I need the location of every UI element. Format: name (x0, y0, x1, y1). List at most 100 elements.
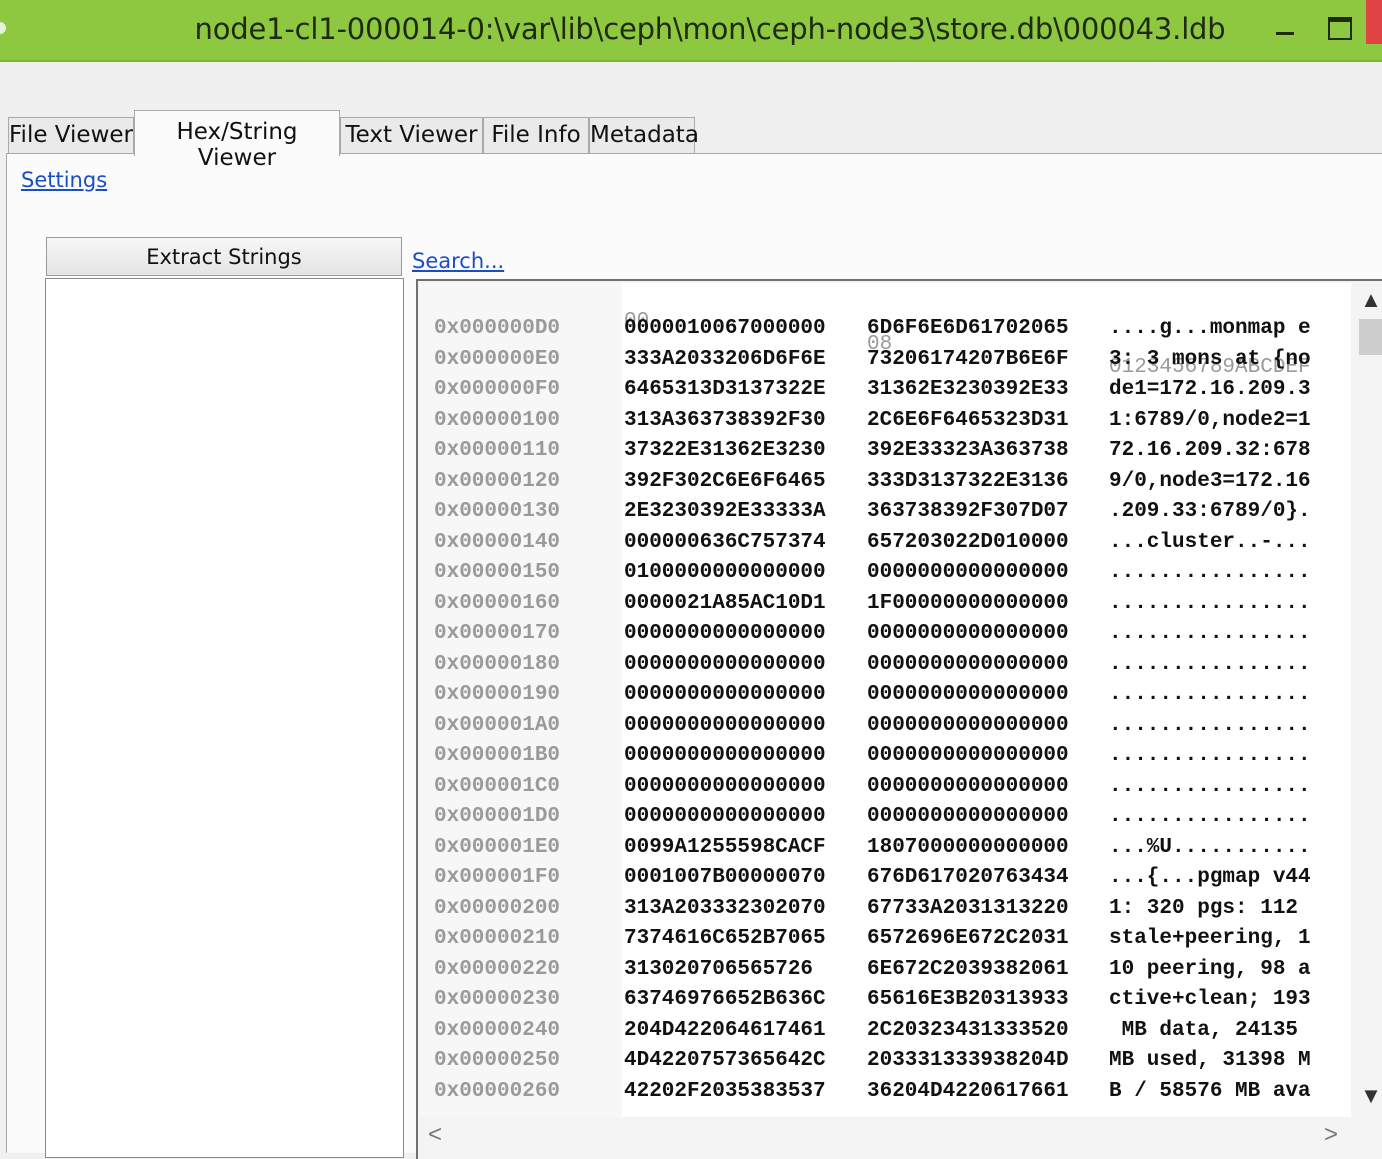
hex-row[interactable]: 0x00000260 42202F2035383537 36204D42206176… (420, 1080, 1351, 1111)
hex-bytes-8: 657203022D010000 (867, 530, 1069, 554)
hex-offset: 0x00000260 (434, 1079, 561, 1103)
scroll-up-icon[interactable]: ▲ (1357, 287, 1382, 317)
hex-offset: 0x00000190 (434, 683, 561, 706)
hex-bytes-0: 333A2033206D6F6E (624, 347, 826, 371)
hex-row[interactable]: 0x00000100 313A363738392F30 2C6E6F6465323D… (420, 409, 1351, 440)
hex-bytes-0: 313020706565726 (624, 957, 814, 981)
hex-bytes-8: 6E672C2039382061 (867, 957, 1069, 981)
ascii-text: ....g...monmap e (1109, 317, 1311, 340)
hex-string-viewer-panel: Settings Extract Strings Search... 00 08… (6, 153, 1382, 1159)
hex-offset: 0x00000110 (434, 439, 561, 462)
hex-offset: 0x000000F0 (434, 378, 561, 401)
hex-row[interactable]: 0x00000220 313020706565726 6E672C203938206… (420, 958, 1351, 989)
hex-offset: 0x00000140 (434, 530, 561, 554)
hex-offset: 0x00000120 (434, 469, 561, 493)
hex-row[interactable]: 0x000001E0 0099A1255598CACF 18070000000000… (420, 836, 1351, 867)
hex-bytes-0: 313A203332302070 (624, 896, 826, 920)
scroll-left-icon[interactable]: < (428, 1121, 442, 1149)
tab-hex-string-viewer[interactable]: Hex/String Viewer (134, 110, 340, 171)
ascii-text: ................ (1109, 713, 1311, 737)
ascii-text: ................ (1109, 774, 1311, 798)
hex-offset: 0x00000240 (434, 1018, 561, 1042)
hex-row[interactable]: 0x000001D0 0000000000000000 00000000000000… (420, 805, 1351, 836)
hex-row[interactable]: 0x000001A0 0000000000000000 00000000000000… (420, 714, 1351, 745)
hex-row[interactable]: 0x00000150 0100000000000000 00000000000000… (420, 561, 1351, 592)
hex-bytes-8: 0000000000000000 (867, 713, 1069, 737)
hex-row[interactable]: 0x00000140 000000636C757374 657203022D0100… (420, 531, 1351, 562)
hex-offset: 0x00000170 (434, 622, 561, 645)
horizontal-scrollbar[interactable]: < > (420, 1119, 1353, 1159)
tab-text-viewer[interactable]: Text Viewer (340, 117, 483, 154)
hex-row[interactable]: 0x00000180 0000000000000000 00000000000000… (420, 653, 1351, 684)
hex-bytes-0: 000000636C757374 (624, 530, 826, 554)
ascii-text: ................ (1109, 561, 1311, 584)
hex-bytes-0: 0001007B00000070 (624, 866, 826, 889)
hex-bytes-0: 63746976652B636C (624, 988, 826, 1011)
tab-file-viewer[interactable]: File Viewer (8, 117, 134, 154)
hex-bytes-8: 65616E3B20313933 (867, 988, 1069, 1011)
hex-bytes-8: 67733A2031313220 (867, 896, 1069, 920)
hex-row[interactable]: 0x00000160 0000021A85AC10D1 1F000000000000… (420, 592, 1351, 623)
hex-bytes-0: 0000000000000000 (624, 774, 826, 798)
ascii-text: 9/0,node3=172.16 (1109, 469, 1311, 493)
ascii-text: MB data, 24135 (1109, 1018, 1311, 1042)
hex-bytes-8: 2C6E6F6465323D31 (867, 408, 1069, 432)
hex-offset: 0x000001D0 (434, 805, 561, 828)
hex-view[interactable]: 00 08 0123456789ABCDEF 0x000000D0 0000010… (420, 283, 1351, 1117)
ascii-text: 3: 3 mons at {no (1109, 347, 1311, 371)
hex-bytes-0: 0000000000000000 (624, 622, 826, 645)
hex-row[interactable]: 0x00000190 0000000000000000 00000000000000… (420, 683, 1351, 714)
hex-bytes-8: 363738392F307D07 (867, 500, 1069, 523)
hex-row[interactable]: 0x00000240 204D422064617461 2C203234313335… (420, 1019, 1351, 1050)
ascii-text: stale+peering, 1 (1109, 927, 1311, 950)
tab-metadata[interactable]: Metadata (589, 117, 699, 154)
hex-bytes-0: 392F302C6E6F6465 (624, 469, 826, 493)
hex-offset: 0x000001F0 (434, 866, 561, 889)
vertical-scroll-thumb[interactable] (1359, 319, 1382, 355)
hex-bytes-8: 0000000000000000 (867, 683, 1069, 706)
hex-row[interactable]: 0x00000210 7374616C652B7065 6572696E672C20… (420, 927, 1351, 958)
hex-row[interactable]: 0x00000120 392F302C6E6F6465 333D3137322E31… (420, 470, 1351, 501)
hex-bytes-0: 0000000000000000 (624, 713, 826, 737)
extracted-strings-list[interactable] (45, 278, 404, 1158)
hex-row[interactable]: 0x00000110 37322E31362E3230 392E33323A3637… (420, 439, 1351, 470)
hex-row[interactable]: 0x00000230 63746976652B636C 65616E3B203139… (420, 988, 1351, 1019)
ascii-text: ...%U........... (1109, 835, 1311, 859)
ascii-text: ................ (1109, 652, 1311, 676)
title-bar: node1-cl1-000014-0:\var\lib\ceph\mon\cep… (0, 0, 1382, 62)
ascii-text: .209.33:6789/0}. (1109, 500, 1311, 523)
hex-row[interactable]: 0x000001C0 0000000000000000 00000000000000… (420, 775, 1351, 806)
hex-bytes-0: 0000000000000000 (624, 744, 826, 767)
window-title: node1-cl1-000014-0:\var\lib\ceph\mon\cep… (194, 12, 1226, 46)
search-link[interactable]: Search... (412, 249, 504, 273)
extract-strings-button[interactable]: Extract Strings (46, 237, 402, 276)
close-button[interactable] (1366, 0, 1382, 44)
hex-row[interactable]: 0x00000250 4D4220757365642C 20333133393820… (420, 1049, 1351, 1080)
hex-row[interactable]: 0x000000D0 0000010067000000 6D6F6E6D617020… (420, 317, 1351, 348)
maximize-button[interactable] (1322, 8, 1356, 48)
hex-offset: 0x000001A0 (434, 713, 561, 737)
settings-link[interactable]: Settings (21, 168, 107, 192)
hex-bytes-8: 333D3137322E3136 (867, 469, 1069, 493)
hex-row[interactable]: 0x00000200 313A203332302070 67733A20313132… (420, 897, 1351, 928)
hex-offset: 0x00000250 (434, 1049, 561, 1072)
hex-offset: 0x000001C0 (434, 774, 561, 798)
hex-row[interactable]: 0x000000E0 333A2033206D6F6E 73206174207B6E… (420, 348, 1351, 379)
tab-file-info[interactable]: File Info (483, 117, 589, 154)
ascii-text: ................ (1109, 622, 1311, 645)
hex-bytes-0: 0000000000000000 (624, 805, 826, 828)
ascii-text: 72.16.209.32:678 (1109, 439, 1311, 462)
hex-row[interactable]: 0x000001F0 0001007B00000070 676D6170207634… (420, 866, 1351, 897)
minimize-button[interactable] (1270, 8, 1300, 48)
vertical-scrollbar[interactable]: ▲ ▼ (1353, 283, 1382, 1117)
ascii-text: 1:6789/0,node2=1 (1109, 408, 1311, 432)
hex-row[interactable]: 0x00000130 2E3230392E33333A 363738392F307D… (420, 500, 1351, 531)
hex-offset: 0x00000210 (434, 927, 561, 950)
hex-row[interactable]: 0x00000170 0000000000000000 00000000000000… (420, 622, 1351, 653)
hex-row[interactable]: 0x000000F0 6465313D3137322E 31362E3230392E… (420, 378, 1351, 409)
ascii-text: ................ (1109, 744, 1311, 767)
scroll-right-icon[interactable]: > (1324, 1121, 1338, 1149)
scroll-down-icon[interactable]: ▼ (1357, 1083, 1382, 1113)
hex-row[interactable]: 0x000001B0 0000000000000000 00000000000000… (420, 744, 1351, 775)
ascii-text: ctive+clean; 193 (1109, 988, 1311, 1011)
